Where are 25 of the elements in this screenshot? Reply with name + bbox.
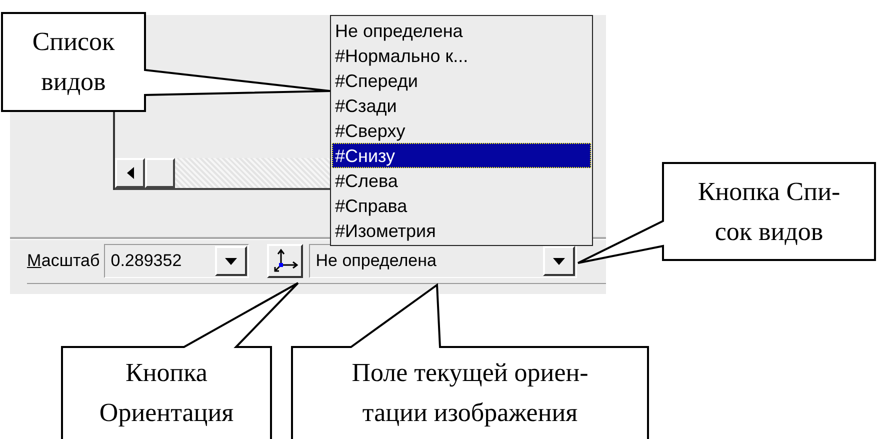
view-field[interactable]: Не определена — [308, 244, 577, 278]
orientation-button[interactable] — [266, 244, 303, 278]
callout-text: Поле текущей ориен- тации изображения — [352, 357, 588, 429]
scroll-left-button[interactable] — [115, 158, 145, 188]
dropdown-button[interactable] — [214, 246, 247, 276]
list-item[interactable]: #Слева — [332, 168, 591, 193]
list-item[interactable]: #Снизу — [332, 143, 591, 168]
view-list-button[interactable] — [542, 246, 575, 276]
callout-text: Список видов — [32, 26, 115, 98]
callout-text: Кнопка Ориентация — [99, 357, 234, 429]
list-item[interactable]: #Спереди — [332, 68, 591, 93]
list-item[interactable]: #Справа — [332, 193, 591, 218]
list-item[interactable]: #Сзади — [332, 93, 591, 118]
list-item[interactable]: #Сверху — [332, 118, 591, 143]
left-arrow-icon — [126, 167, 134, 179]
list-item[interactable]: #Изометрия — [332, 218, 591, 243]
scale-field[interactable]: 0.289352 — [104, 244, 249, 278]
scrollbar-thumb[interactable] — [145, 158, 175, 188]
list-item[interactable]: Не определена — [332, 18, 591, 43]
list-item[interactable]: #Нормально к... — [332, 43, 591, 68]
callout-text: Кнопка Спи- сок видов — [698, 176, 840, 248]
scale-label: Масштаб — [27, 251, 100, 271]
axes-icon — [272, 248, 298, 274]
caret-icon — [552, 258, 565, 264]
caret-icon — [224, 258, 237, 264]
